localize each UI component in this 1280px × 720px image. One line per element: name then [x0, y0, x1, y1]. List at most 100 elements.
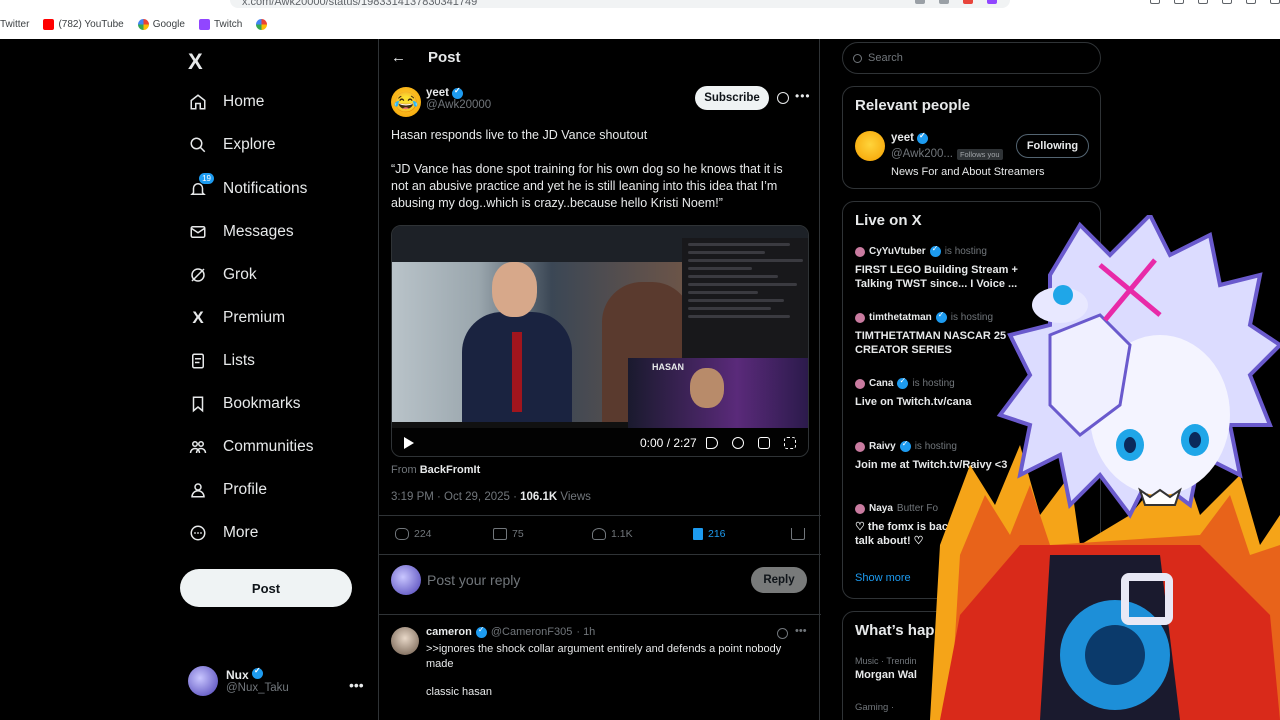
repost-action[interactable]: 75: [493, 528, 524, 540]
person-icon: [188, 480, 208, 500]
share-icon: [791, 528, 805, 540]
window-icon[interactable]: [1198, 0, 1208, 4]
settings-icon[interactable]: [732, 437, 744, 449]
nav-grok[interactable]: Grok: [188, 260, 257, 290]
more-circle-icon: [188, 523, 208, 543]
pip-icon[interactable]: [758, 437, 770, 449]
search-icon: [188, 135, 208, 155]
live-item[interactable]: Raivyis hosting Join me at Twitch.tv/Rai…: [855, 439, 1030, 472]
extension-icon[interactable]: [963, 0, 973, 4]
verified-icon: [452, 86, 464, 99]
envelope-icon: [188, 222, 208, 242]
page-title: Post: [428, 49, 461, 66]
x-logo[interactable]: X: [188, 49, 203, 75]
nav-explore[interactable]: Explore: [188, 130, 276, 160]
comment-avatar[interactable]: [391, 627, 419, 655]
address-bar[interactable]: x.com/Awk20000/status/198331413783034174…: [230, 0, 1010, 8]
relevant-people-title: Relevant people: [855, 97, 971, 114]
bookmark-twitch[interactable]: Twitch: [198, 18, 242, 30]
more-options-icon[interactable]: •••: [795, 89, 811, 103]
extension-icon[interactable]: [987, 0, 997, 4]
account-switcher[interactable]: Nux @Nux_Taku: [188, 666, 289, 696]
nav-communities[interactable]: Communities: [188, 432, 313, 462]
following-button[interactable]: Following: [1016, 134, 1089, 158]
bookmark-google-2[interactable]: [256, 18, 268, 30]
nav-more[interactable]: More: [188, 518, 258, 548]
nav-profile[interactable]: Profile: [188, 475, 267, 505]
live-item[interactable]: CyYuVtuberis hosting FIRST LEGO Building…: [855, 244, 1030, 291]
show-more-link[interactable]: Show more: [855, 572, 911, 584]
search-icon: [853, 53, 862, 63]
bookmark-action[interactable]: 216: [693, 528, 726, 540]
account-more-icon[interactable]: •••: [349, 677, 364, 693]
relevant-name[interactable]: yeet: [891, 132, 914, 144]
extension-icon[interactable]: [939, 0, 949, 4]
window-controls: [1150, 0, 1280, 4]
post-button[interactable]: Post: [180, 569, 352, 607]
window-icon[interactable]: [1222, 0, 1232, 4]
back-arrow-icon[interactable]: ←: [391, 49, 406, 66]
window-icon[interactable]: [1174, 0, 1184, 4]
list-icon: [188, 351, 208, 371]
nav-home[interactable]: Home: [188, 87, 264, 117]
avatar: [855, 503, 865, 514]
bookmarks-bar: Twitter (782) YouTube Google Twitch: [0, 14, 281, 34]
fullscreen-icon[interactable]: [784, 437, 796, 449]
sidebar-nav: X Home Explore 19 Notifications Messages…: [178, 39, 378, 720]
home-icon: [188, 92, 208, 112]
volume-icon[interactable]: [706, 437, 718, 449]
author-handle[interactable]: @Awk20000: [426, 99, 491, 111]
avatar[interactable]: [855, 131, 885, 161]
search-input[interactable]: Search: [842, 42, 1101, 74]
reply-action[interactable]: 224: [395, 528, 432, 540]
nav-premium[interactable]: X Premium: [188, 303, 285, 333]
bookmark-icon: [693, 528, 703, 540]
bookmark-twitter[interactable]: Twitter: [0, 19, 29, 30]
comment-handle[interactable]: @CameronF305: [491, 626, 572, 638]
verified-icon: [929, 244, 941, 257]
reply-input[interactable]: Post your reply: [427, 572, 520, 588]
window-icon[interactable]: [1246, 0, 1256, 4]
author-name[interactable]: yeet: [426, 87, 449, 99]
play-icon[interactable]: [404, 437, 414, 449]
grok-icon[interactable]: [777, 92, 789, 104]
live-item[interactable]: Naya Butter Fo ♡ the fomx is bacc! and A …: [855, 503, 1030, 548]
nav-messages[interactable]: Messages: [188, 217, 294, 247]
author-avatar[interactable]: 😂: [391, 87, 421, 117]
video-controls: 0:00 / 2:27: [392, 428, 808, 456]
live-item[interactable]: Canais hosting Live on Twitch.tv/cana: [855, 376, 1030, 409]
comment-author[interactable]: cameron: [426, 626, 472, 638]
relevant-bio: News For and About Streamers: [891, 166, 1045, 178]
more-options-icon[interactable]: •••: [795, 625, 807, 637]
like-action[interactable]: 1.1K: [592, 528, 633, 540]
window-icon[interactable]: [1270, 0, 1280, 4]
live-item[interactable]: timthetatmanis hosting TIMTHETATMAN NASC…: [855, 310, 1030, 357]
extension-icon[interactable]: [915, 0, 925, 4]
streamer-webcam: HASAN: [628, 358, 808, 428]
window-icon[interactable]: [1150, 0, 1160, 4]
main-column: ← Post 😂 yeet @Awk20000 Subscribe ••• Ha…: [378, 39, 821, 720]
bookmark-google[interactable]: Google: [137, 18, 185, 30]
source-link[interactable]: BackFromIt: [420, 464, 481, 476]
nav-notifications[interactable]: 19 Notifications: [188, 173, 307, 204]
video-time: 0:00 / 2:27: [640, 436, 697, 450]
notification-badge: 19: [199, 173, 214, 184]
reply-button[interactable]: Reply: [751, 567, 807, 593]
browser-chrome: x.com/Awk20000/status/198331413783034174…: [0, 0, 1280, 39]
heart-icon: [592, 528, 606, 540]
stream-chat: [682, 238, 808, 358]
grok-icon[interactable]: [777, 628, 788, 639]
verified-icon: [899, 439, 911, 452]
video-source: From BackFromIt: [391, 464, 481, 476]
post-timestamp[interactable]: 3:19 PM · Oct 29, 2025 ·: [391, 491, 520, 503]
bookmark-youtube[interactable]: (782) YouTube: [43, 18, 124, 30]
subscribe-button[interactable]: Subscribe: [695, 86, 769, 110]
video-player[interactable]: HASAN 0:00 / 2:27: [391, 225, 809, 457]
nav-lists[interactable]: Lists: [188, 346, 255, 376]
share-action[interactable]: [791, 528, 805, 540]
nav-bookmarks[interactable]: Bookmarks: [188, 389, 301, 419]
trend-topic[interactable]: Morgan Wal: [855, 669, 917, 681]
reply-composer: Post your reply Reply: [379, 555, 821, 615]
post-meta: 3:19 PM · Oct 29, 2025 · 106.1K Views: [391, 491, 591, 503]
avatar: [855, 441, 865, 452]
